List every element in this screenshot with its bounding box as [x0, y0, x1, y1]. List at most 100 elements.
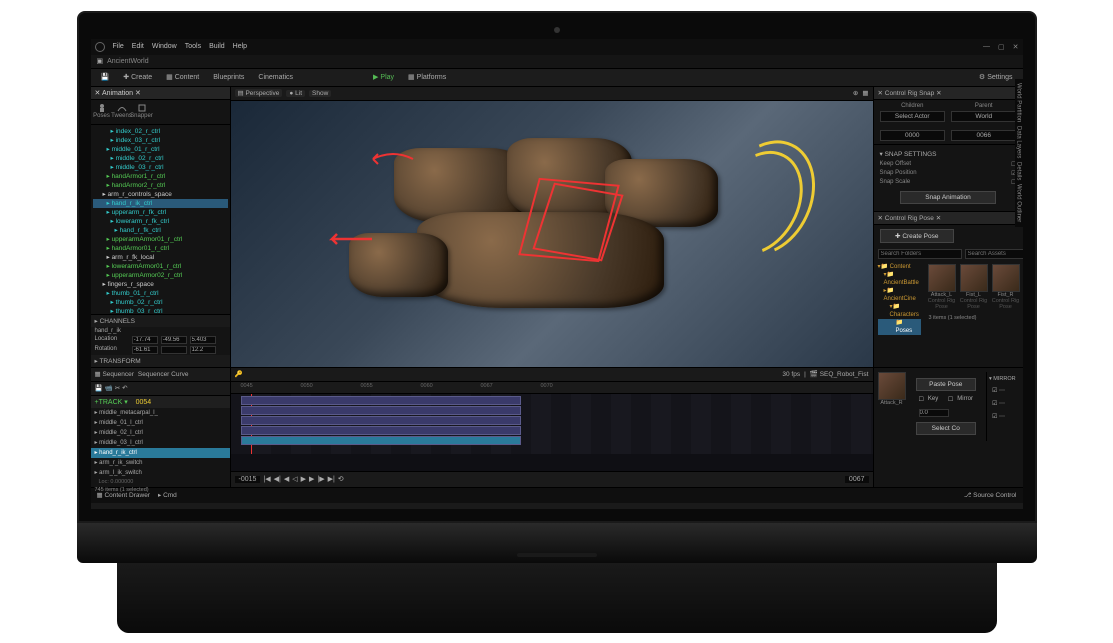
seq-track[interactable]: ▸ hand_r_ik_ctrl	[91, 448, 230, 458]
source-control-button[interactable]: ⎇ Source Control	[964, 491, 1017, 499]
control-rig-snap-tab[interactable]: ✕ Control Rig Snap ✕	[874, 87, 1023, 100]
children-value[interactable]: Select Actor	[880, 111, 946, 122]
tree-item[interactable]: ▸ upperarm_r_fk_ctrl	[93, 208, 228, 217]
breadcrumb[interactable]: AncientWorld	[107, 58, 149, 65]
tree-item[interactable]: ▸ thumb_01_r_ctrl	[93, 289, 228, 298]
snapper-mode[interactable]: Snapper	[135, 103, 149, 121]
menu-edit[interactable]: Edit	[132, 43, 144, 50]
show-dropdown[interactable]: Show	[309, 90, 331, 97]
seq-track[interactable]: ▸ middle_02_l_ctrl	[91, 428, 230, 438]
tree-item[interactable]: ▸ middle_03_r_ctrl	[93, 163, 228, 172]
poses-mode[interactable]: Poses	[95, 103, 109, 121]
sequencer-tab[interactable]: ▦ Sequencer	[95, 370, 134, 378]
tree-item[interactable]: ▸ arm_r_fk_local	[93, 253, 228, 262]
pose-thumbnail[interactable]: Attack_R	[878, 372, 906, 441]
add-track-button[interactable]: +TRACK ▾ 0054	[91, 396, 230, 408]
cinematics-button[interactable]: Cinematics	[254, 73, 297, 82]
menu-help[interactable]: Help	[233, 43, 247, 50]
tree-item[interactable]: ▸ upperarmArmor02_r_ctrl	[93, 271, 228, 280]
tree-item[interactable]: ▸ lowerarmArmor01_r_ctrl	[93, 262, 228, 271]
close-icon[interactable]: ✕	[1013, 43, 1019, 51]
tree-item[interactable]: ▸ arm_r_controls_space	[93, 190, 228, 199]
loop-icon[interactable]: ⟲	[338, 475, 344, 483]
seq-tool-icon[interactable]: 📹	[105, 384, 113, 392]
save-button[interactable]: 💾	[97, 72, 114, 82]
rot-x-input[interactable]	[132, 346, 158, 354]
menu-build[interactable]: Build	[209, 43, 225, 50]
content-button[interactable]: ▦ Content	[162, 72, 203, 82]
tree-item[interactable]: ▸ handArmor01_r_ctrl	[93, 244, 228, 253]
blend-input[interactable]	[919, 409, 949, 417]
menu-tools[interactable]: Tools	[185, 43, 201, 50]
seq-track[interactable]: ▸ middle_metacarpal_l_	[91, 408, 230, 418]
tree-item[interactable]: ▸ middle_02_r_ctrl	[93, 154, 228, 163]
tree-item[interactable]: ▸ hand_r_ik_ctrl	[93, 199, 228, 208]
snap-settings-header[interactable]: ▾ SNAP SETTINGS	[880, 148, 1017, 160]
side-tab[interactable]: World Outliner	[1016, 184, 1022, 222]
side-tab[interactable]: World Partition	[1016, 83, 1022, 122]
tweens-mode[interactable]: Tweens	[115, 103, 129, 121]
seq-track[interactable]: ▸ arm_r_ik_switch	[91, 458, 230, 468]
parent-value[interactable]: World	[951, 111, 1017, 122]
maximize-icon[interactable]: ▢	[998, 43, 1005, 51]
timeline[interactable]	[231, 394, 873, 471]
to-end-icon[interactable]: ▶|	[328, 475, 335, 483]
play-reverse-icon[interactable]: ◁	[292, 475, 297, 483]
loc-x-input[interactable]	[132, 336, 158, 344]
tree-item[interactable]: ▸ hand_r_fk_ctrl	[93, 226, 228, 235]
menu-file[interactable]: File	[113, 43, 124, 50]
create-pose-button[interactable]: ✚ Create Pose	[880, 229, 955, 243]
seq-tool-icon[interactable]: ✂	[115, 384, 120, 392]
step-fwd-icon[interactable]: ▶	[309, 475, 314, 483]
content-drawer-button[interactable]: ▦ Content Drawer	[97, 491, 150, 499]
seq-track[interactable]: ▸ middle_01_l_ctrl	[91, 418, 230, 428]
tree-item[interactable]: ▸ handArmor1_r_ctrl	[93, 172, 228, 181]
mirror-checkbox[interactable]: ☐	[948, 396, 953, 403]
animation-tab[interactable]: ✕ Animation ✕	[91, 87, 230, 100]
outliner-tree[interactable]: ▸ index_02_r_ctrl▸ index_03_r_ctrl ▸ midd…	[91, 125, 230, 314]
control-rig-pose-tab[interactable]: ✕ Control Rig Pose ✕	[874, 212, 1023, 225]
folder-tree[interactable]: ▾📁 Content ▾📁 AncientBattle ▸📁 AncientCi…	[874, 261, 925, 337]
platforms-button[interactable]: ▦ Platforms	[404, 72, 450, 82]
blueprints-button[interactable]: Blueprints	[209, 73, 248, 82]
start-frame-input[interactable]: 0000	[880, 130, 946, 141]
snap-icon[interactable]: ▦	[862, 89, 868, 97]
paste-pose-button[interactable]: Paste Pose	[916, 378, 976, 391]
tree-item[interactable]: ▸ thumb_02_r_ctrl	[93, 298, 228, 307]
key-checkbox[interactable]: ☐	[919, 396, 924, 403]
side-tab[interactable]: Details	[1016, 162, 1022, 180]
minimize-icon[interactable]: —	[983, 43, 990, 51]
seq-track[interactable]: ▸ arm_l_ik_switch	[91, 468, 230, 478]
tree-item[interactable]: ▸ lowerarm_r_fk_ctrl	[93, 217, 228, 226]
transform-header[interactable]: ▸ TRANSFORM	[91, 355, 230, 367]
rot-y-input[interactable]	[161, 346, 187, 354]
menu-window[interactable]: Window	[152, 43, 177, 50]
snap-animation-button[interactable]: Snap Animation	[900, 191, 996, 204]
settings-button[interactable]: ⚙ Settings	[975, 72, 1017, 82]
time-ruler[interactable]: 004500500055006000670070	[231, 382, 873, 394]
seq-tool-icon[interactable]: 💾	[95, 384, 103, 392]
tree-item[interactable]: ▸ fingers_r_space	[93, 280, 228, 289]
end-frame[interactable]: 0067	[845, 476, 869, 483]
play-icon[interactable]: ▶	[301, 475, 306, 483]
side-tab[interactable]: Data Layers	[1016, 126, 1022, 158]
mirror-opt-checkbox[interactable]: ☑ ⋯	[992, 400, 1005, 407]
mirror-opt-checkbox[interactable]: ☑ ⋯	[992, 387, 1005, 394]
seq-tool-icon[interactable]: ↶	[122, 384, 127, 392]
lit-dropdown[interactable]: ● Lit	[286, 90, 305, 97]
pose-thumbnail[interactable]: Fist_LControl Rig Pose	[960, 264, 988, 310]
perspective-dropdown[interactable]: ▤ Perspective	[235, 89, 283, 97]
prev-key-icon[interactable]: ◀|	[274, 475, 281, 483]
tree-item[interactable]: ▸ index_03_r_ctrl	[93, 136, 228, 145]
select-controls-button[interactable]: Select Co	[916, 422, 976, 435]
tree-item[interactable]: ▸ upperarmArmor01_r_ctrl	[93, 235, 228, 244]
play-button[interactable]: ▶ Play	[369, 72, 398, 82]
search-folders-input[interactable]	[878, 249, 962, 259]
mirror-opt-checkbox[interactable]: ☑ ⋯	[992, 413, 1005, 420]
cmd-input[interactable]: ▸ Cmd	[158, 491, 177, 499]
create-button[interactable]: ✚ Create	[119, 72, 156, 82]
end-frame-input[interactable]: 0066	[951, 130, 1017, 141]
tree-item[interactable]: ▸ index_02_r_ctrl	[93, 127, 228, 136]
key-icon[interactable]: 🔑	[235, 370, 243, 378]
loc-z-input[interactable]	[190, 336, 216, 344]
